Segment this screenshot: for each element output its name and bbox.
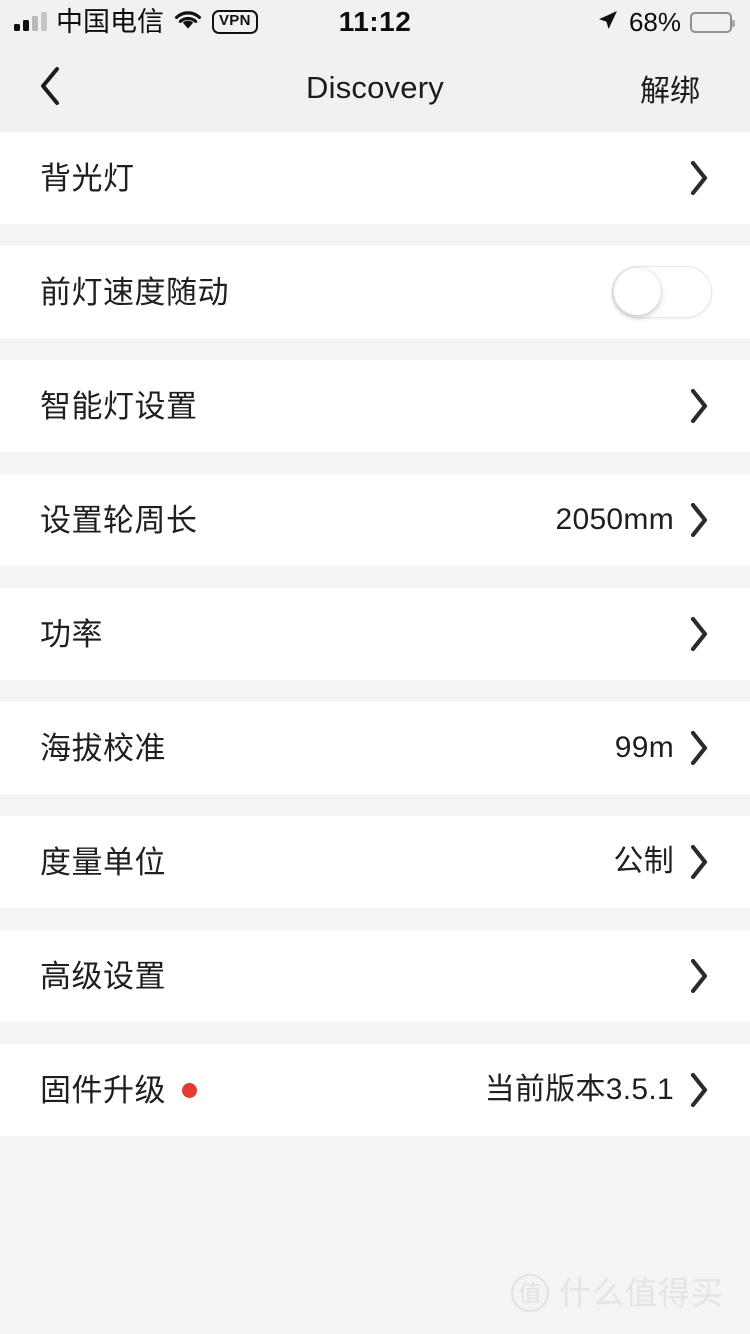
unbind-button[interactable]: 解绑	[640, 66, 700, 110]
settings-row[interactable]: 设置轮周长 2050mm	[0, 474, 750, 566]
settings-row[interactable]: 固件升级 当前版本3.5.1	[0, 1044, 750, 1136]
settings-row[interactable]: 度量单位 公制	[0, 816, 750, 908]
location-arrow-icon	[596, 8, 620, 37]
settings-row-value: 公制	[613, 845, 674, 878]
chevron-right-icon	[690, 616, 708, 652]
list-separator	[0, 224, 750, 246]
settings-row-accessory: 公制	[613, 840, 712, 884]
chevron-right-icon	[690, 844, 708, 880]
settings-row[interactable]: 高级设置	[0, 930, 750, 1022]
settings-row-label: 智能灯设置	[40, 388, 198, 424]
settings-row[interactable]: 背光灯	[0, 132, 750, 224]
chevron-left-icon	[37, 64, 63, 113]
navigation-bar: Discovery 解绑	[0, 44, 750, 132]
settings-row-value: 当前版本3.5.1	[484, 1073, 674, 1106]
watermark-label: 什么值得买	[558, 1275, 724, 1311]
battery-percent-label: 68%	[628, 6, 681, 37]
status-bar-left: 中国电信 VPN	[14, 6, 258, 37]
settings-row-accessory	[686, 612, 712, 656]
settings-list: 背光灯前灯速度随动 智能灯设置设置轮周长 2050mm 功率海拔校准 99m 度量单位 公制…	[0, 132, 750, 1136]
settings-row-accessory	[612, 266, 712, 318]
settings-row-accessory: 当前版本3.5.1	[485, 1068, 712, 1112]
update-dot-badge	[182, 1082, 197, 1098]
settings-row-toggle[interactable]	[612, 266, 712, 318]
settings-row-label: 高级设置	[40, 958, 166, 994]
watermark-logo-icon: 值	[510, 1274, 549, 1312]
settings-row-accessory	[686, 954, 712, 998]
battery-icon	[690, 11, 735, 33]
list-separator	[0, 794, 750, 816]
carrier-label: 中国电信	[56, 6, 164, 37]
list-separator	[0, 452, 750, 474]
settings-row-label: 海拔校准	[40, 730, 166, 766]
chevron-right-icon	[690, 730, 708, 766]
page-title: Discovery	[306, 70, 444, 105]
settings-row-value: 99m	[614, 731, 674, 764]
settings-row[interactable]: 前灯速度随动	[0, 246, 750, 338]
settings-row[interactable]: 功率	[0, 588, 750, 680]
chevron-right-icon	[690, 1072, 708, 1108]
list-separator	[0, 1022, 750, 1044]
chevron-right-icon	[690, 160, 708, 196]
settings-row-label: 度量单位	[40, 844, 166, 880]
settings-row[interactable]: 智能灯设置	[0, 360, 750, 452]
settings-row-accessory: 2050mm	[555, 498, 712, 542]
list-separator	[0, 338, 750, 360]
status-bar-right: 68%	[596, 6, 735, 38]
settings-row-label: 背光灯	[40, 160, 135, 196]
settings-row-label: 前灯速度随动	[40, 274, 229, 310]
vpn-badge: VPN	[212, 10, 258, 34]
signal-bars-icon	[14, 12, 47, 31]
settings-row-accessory: 99m	[615, 726, 712, 770]
status-bar: 中国电信 VPN 11:12 68%	[0, 0, 750, 44]
chevron-right-icon	[690, 388, 708, 424]
settings-row-accessory	[686, 384, 712, 428]
back-button[interactable]	[28, 62, 72, 114]
settings-row-label: 功率	[40, 616, 103, 652]
settings-row-value: 2050mm	[555, 503, 674, 536]
settings-row-label: 设置轮周长	[40, 502, 198, 538]
list-separator	[0, 908, 750, 930]
settings-row[interactable]: 海拔校准 99m	[0, 702, 750, 794]
settings-row-label: 固件升级	[40, 1072, 166, 1108]
chevron-right-icon	[690, 502, 708, 538]
list-separator	[0, 566, 750, 588]
watermark: 值 什么值得买	[510, 1274, 724, 1312]
settings-row-accessory	[686, 156, 712, 200]
wifi-icon	[173, 9, 203, 36]
chevron-right-icon	[690, 958, 708, 994]
list-separator	[0, 680, 750, 702]
toggle-knob	[614, 268, 661, 315]
